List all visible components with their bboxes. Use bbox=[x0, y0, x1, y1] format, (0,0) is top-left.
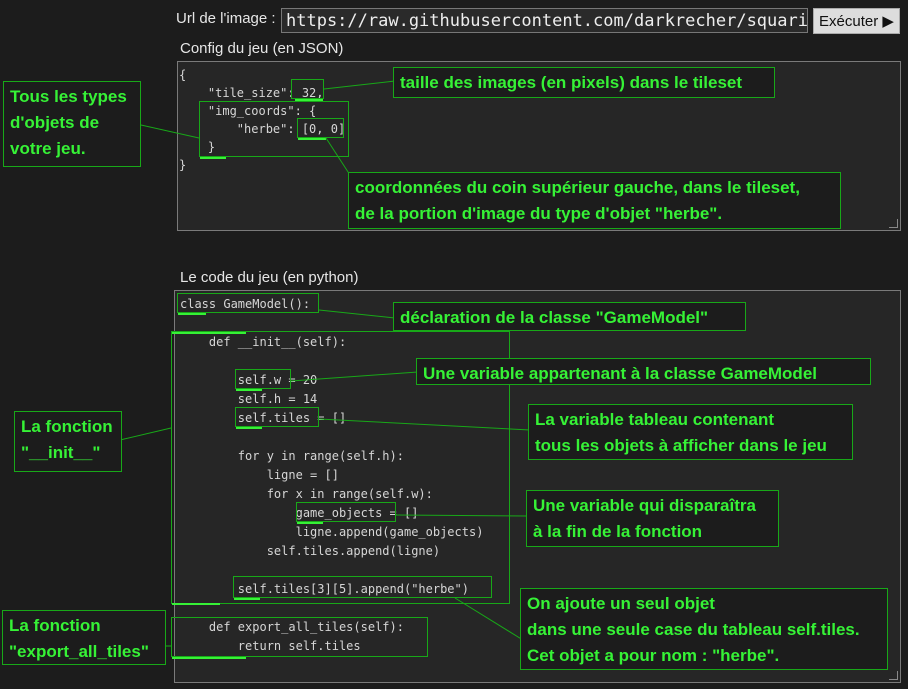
annotation-add-object: On ajoute un seul objet dans une seule c… bbox=[520, 588, 888, 670]
highlight-herbe-coords bbox=[297, 118, 344, 138]
underline-accent bbox=[295, 99, 323, 101]
highlight-tile-size bbox=[291, 79, 324, 99]
underline-accent bbox=[172, 657, 246, 659]
resize-handle[interactable] bbox=[889, 671, 898, 680]
annotation-tile-size: taille des images (en pixels) dans le ti… bbox=[393, 67, 775, 98]
execute-button[interactable]: Exécuter ▶ bbox=[813, 8, 900, 34]
resize-handle[interactable] bbox=[889, 219, 898, 228]
annotation-init-function: La fonction "__init__" bbox=[14, 411, 122, 472]
underline-accent bbox=[236, 427, 262, 429]
underline-accent bbox=[297, 522, 323, 524]
image-url-input[interactable]: https://raw.githubusercontent.com/darkre… bbox=[281, 8, 808, 33]
code-label: Le code du jeu (en python) bbox=[180, 269, 359, 286]
underline-accent bbox=[172, 603, 220, 605]
underline-accent bbox=[236, 389, 262, 391]
annotation-class-var: Une variable appartenant à la classe Gam… bbox=[416, 358, 871, 385]
annotation-export-function: La fonction "export_all_tiles" bbox=[2, 610, 166, 665]
underline-accent bbox=[178, 313, 206, 315]
highlight-export-function bbox=[171, 617, 428, 657]
annotation-object-types: Tous les types d'objets de votre jeu. bbox=[3, 81, 141, 167]
annotation-tiles-var: La variable tableau contenant tous les o… bbox=[528, 404, 853, 460]
highlight-self-w bbox=[235, 369, 291, 389]
highlight-self-tiles bbox=[235, 407, 319, 427]
code-line: } bbox=[179, 158, 187, 172]
underline-accent bbox=[234, 598, 260, 600]
code-line: { bbox=[179, 68, 187, 82]
annotation-class-decl: déclaration de la classe "GameModel" bbox=[393, 302, 746, 331]
url-label: Url de l'image : bbox=[176, 10, 276, 27]
config-label: Config du jeu (en JSON) bbox=[180, 40, 344, 57]
underline-accent bbox=[298, 138, 326, 140]
highlight-class-decl bbox=[177, 293, 319, 313]
underline-accent bbox=[200, 157, 226, 159]
highlight-append-herbe bbox=[233, 576, 492, 598]
connector-init bbox=[119, 427, 172, 441]
annotation-temp-var: Une variable qui disparaîtra à la fin de… bbox=[526, 490, 779, 547]
annotation-coords: coordonnées du coin supérieur gauche, da… bbox=[348, 172, 841, 229]
underline-accent bbox=[172, 332, 246, 334]
highlight-game-objects bbox=[296, 502, 396, 522]
